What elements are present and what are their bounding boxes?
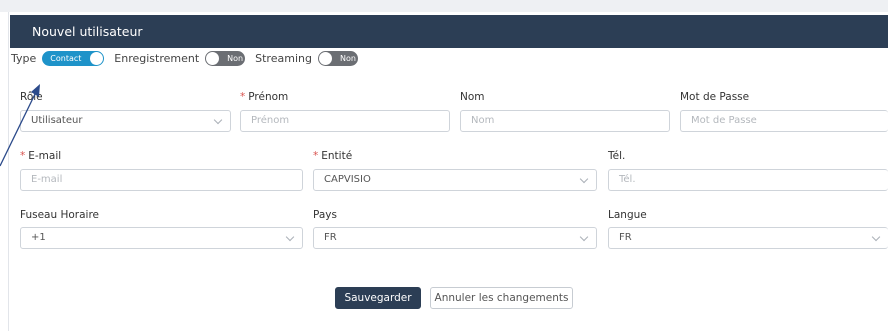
- toggle-knob: [318, 51, 332, 65]
- phone-placeholder: Tél.: [619, 174, 636, 185]
- first-name-input[interactable]: Prénom: [240, 110, 450, 132]
- last-name-label: Nom: [460, 91, 485, 103]
- chevron-down-icon: [285, 232, 295, 242]
- top-strip: [0, 0, 888, 12]
- language-value: FR: [619, 232, 632, 243]
- country-label: Pays: [313, 209, 337, 221]
- streaming-toggle[interactable]: Non: [317, 50, 358, 66]
- recording-toggle-label: Enregistrement: [114, 51, 200, 65]
- chevron-down-icon: [579, 232, 589, 242]
- last-name-placeholder: Nom: [471, 115, 495, 126]
- chevron-down-icon: [871, 232, 881, 242]
- required-mark: *: [240, 91, 246, 103]
- entity-value: CAPVISIO: [324, 174, 371, 185]
- recording-toggle[interactable]: Non: [205, 50, 246, 66]
- last-name-input[interactable]: Nom: [460, 110, 670, 132]
- required-mark: *: [313, 150, 319, 162]
- chevron-down-icon: [213, 115, 223, 125]
- language-label: Langue: [608, 209, 647, 221]
- first-name-placeholder: Prénom: [251, 115, 290, 126]
- toggle-knob: [206, 51, 220, 65]
- toggles-row: Type Contact Enregistrement Non Streamin…: [11, 50, 368, 66]
- timezone-label: Fuseau Horaire: [20, 209, 100, 221]
- cancel-changes-button[interactable]: Annuler les changements: [430, 287, 573, 309]
- recording-toggle-state: Non: [227, 53, 244, 63]
- phone-label: Tél.: [608, 150, 626, 162]
- timezone-value: +1: [31, 232, 46, 243]
- pointer-arrow-icon: [0, 84, 40, 167]
- email-input[interactable]: E-mail: [20, 169, 303, 191]
- chevron-down-icon: [579, 174, 589, 184]
- phone-input[interactable]: Tél.: [608, 169, 888, 191]
- country-value: FR: [324, 232, 337, 243]
- toggle-knob: [90, 51, 104, 65]
- country-select[interactable]: FR: [313, 227, 597, 249]
- password-input[interactable]: Mot de Passe: [680, 110, 888, 132]
- first-name-label: * Prénom: [240, 91, 289, 103]
- entity-label: * Entité: [313, 150, 353, 162]
- streaming-toggle-label: Streaming: [255, 51, 312, 65]
- save-button[interactable]: Sauvegarder: [335, 287, 421, 309]
- entity-select[interactable]: CAPVISIO: [313, 169, 597, 191]
- timezone-select[interactable]: +1: [20, 227, 303, 249]
- password-label: Mot de Passe: [680, 91, 750, 103]
- language-select[interactable]: FR: [608, 227, 888, 249]
- password-placeholder: Mot de Passe: [691, 115, 757, 126]
- streaming-toggle-state: Non: [339, 53, 356, 63]
- panel-title: Nouvel utilisateur: [10, 15, 888, 48]
